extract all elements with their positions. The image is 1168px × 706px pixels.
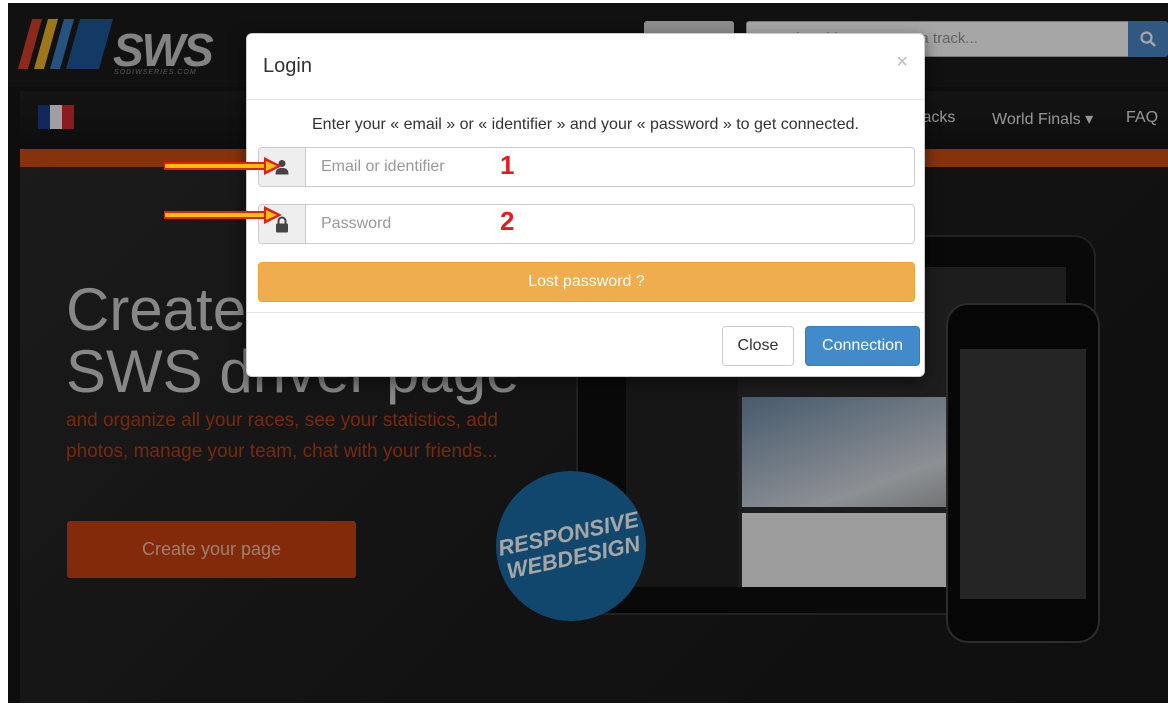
password-input[interactable] (307, 205, 912, 243)
lost-password-button[interactable]: Lost password ? (258, 262, 915, 302)
modal-header: Login × (247, 34, 924, 100)
step-number-1: 1 (500, 150, 515, 180)
login-instructions: Enter your « email » or « identifier » a… (312, 116, 859, 133)
password-field-group (258, 204, 915, 244)
arrow-to-email-icon (164, 157, 282, 175)
connection-button[interactable]: Connection (805, 326, 920, 366)
step-number-2: 2 (500, 206, 515, 236)
modal-footer: Close Connection (247, 312, 924, 378)
email-field-group (258, 147, 915, 187)
modal-title: Login (263, 55, 312, 77)
login-modal: Login × Enter your « email » or « identi… (246, 33, 925, 377)
arrow-to-password-icon (164, 206, 282, 224)
close-button[interactable]: Close (722, 326, 794, 366)
close-icon[interactable]: × (896, 52, 908, 72)
email-input[interactable] (307, 148, 912, 186)
